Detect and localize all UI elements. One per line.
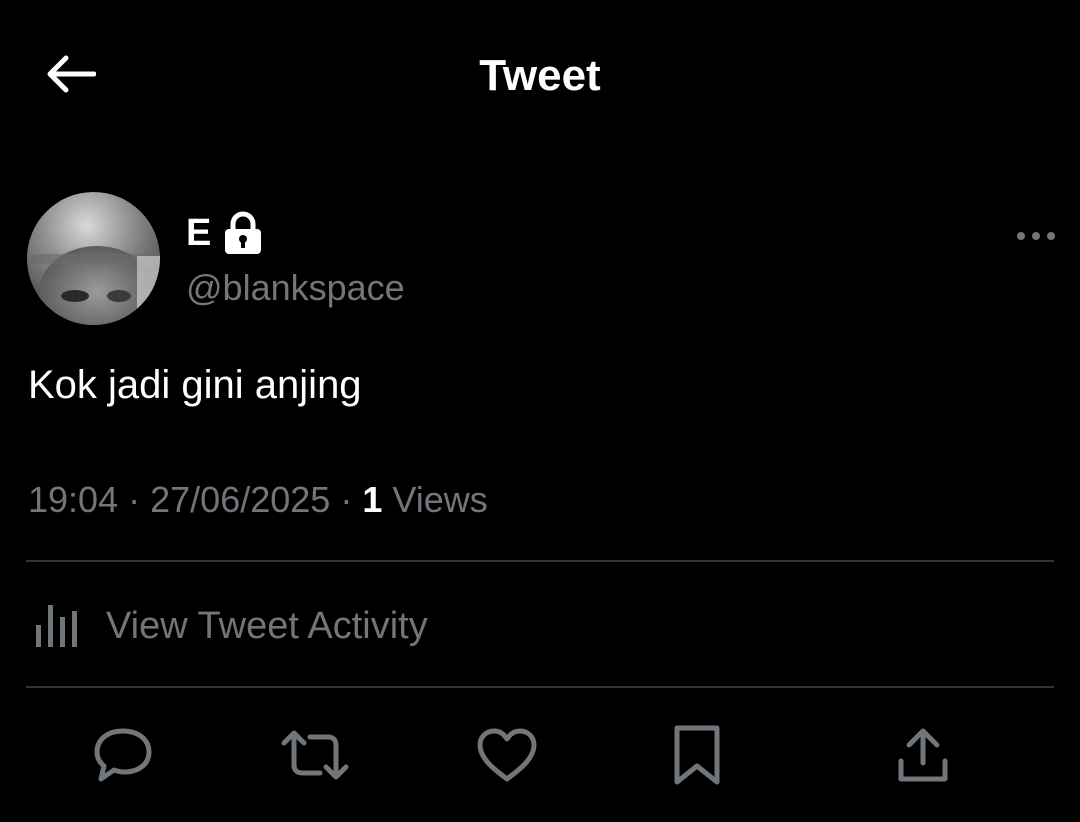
tweet-time: 19:04 — [28, 479, 119, 520]
author-name-row: E — [186, 208, 263, 258]
like-button[interactable] — [472, 722, 542, 788]
divider — [26, 560, 1054, 562]
meta-separator: · — [340, 479, 353, 520]
reply-icon — [94, 728, 152, 782]
heart-icon — [477, 728, 537, 782]
page-title: Tweet — [479, 51, 601, 100]
meta-separator: · — [128, 479, 141, 520]
lock-icon — [223, 211, 263, 255]
retweet-icon — [281, 730, 349, 780]
divider — [26, 686, 1054, 688]
retweet-button[interactable] — [280, 722, 350, 788]
top-bar: Tweet — [0, 0, 1080, 150]
views-count: 1 — [362, 479, 383, 520]
tweet-metadata: 19:04 · 27/06/2025 · 1 Views — [28, 478, 488, 522]
share-button[interactable] — [888, 722, 958, 788]
avatar-photo — [27, 192, 160, 325]
views-label: Views — [392, 479, 488, 520]
share-icon — [898, 728, 948, 782]
activity-label: View Tweet Activity — [106, 605, 428, 647]
author-handle[interactable]: @blankspace — [186, 266, 405, 310]
avatar[interactable] — [27, 192, 160, 325]
view-tweet-activity-button[interactable]: View Tweet Activity — [32, 598, 428, 654]
display-name[interactable]: E — [186, 210, 211, 256]
bookmark-icon — [674, 725, 720, 785]
reply-button[interactable] — [88, 722, 158, 788]
more-options-button[interactable] — [1010, 222, 1062, 250]
tweet-text: Kok jadi gini anjing — [28, 363, 362, 407]
bookmark-button[interactable] — [662, 722, 732, 788]
bar-chart-icon — [36, 605, 77, 647]
ellipsis-icon — [1017, 232, 1055, 240]
tweet-date[interactable]: 27/06/2025 — [150, 479, 330, 520]
